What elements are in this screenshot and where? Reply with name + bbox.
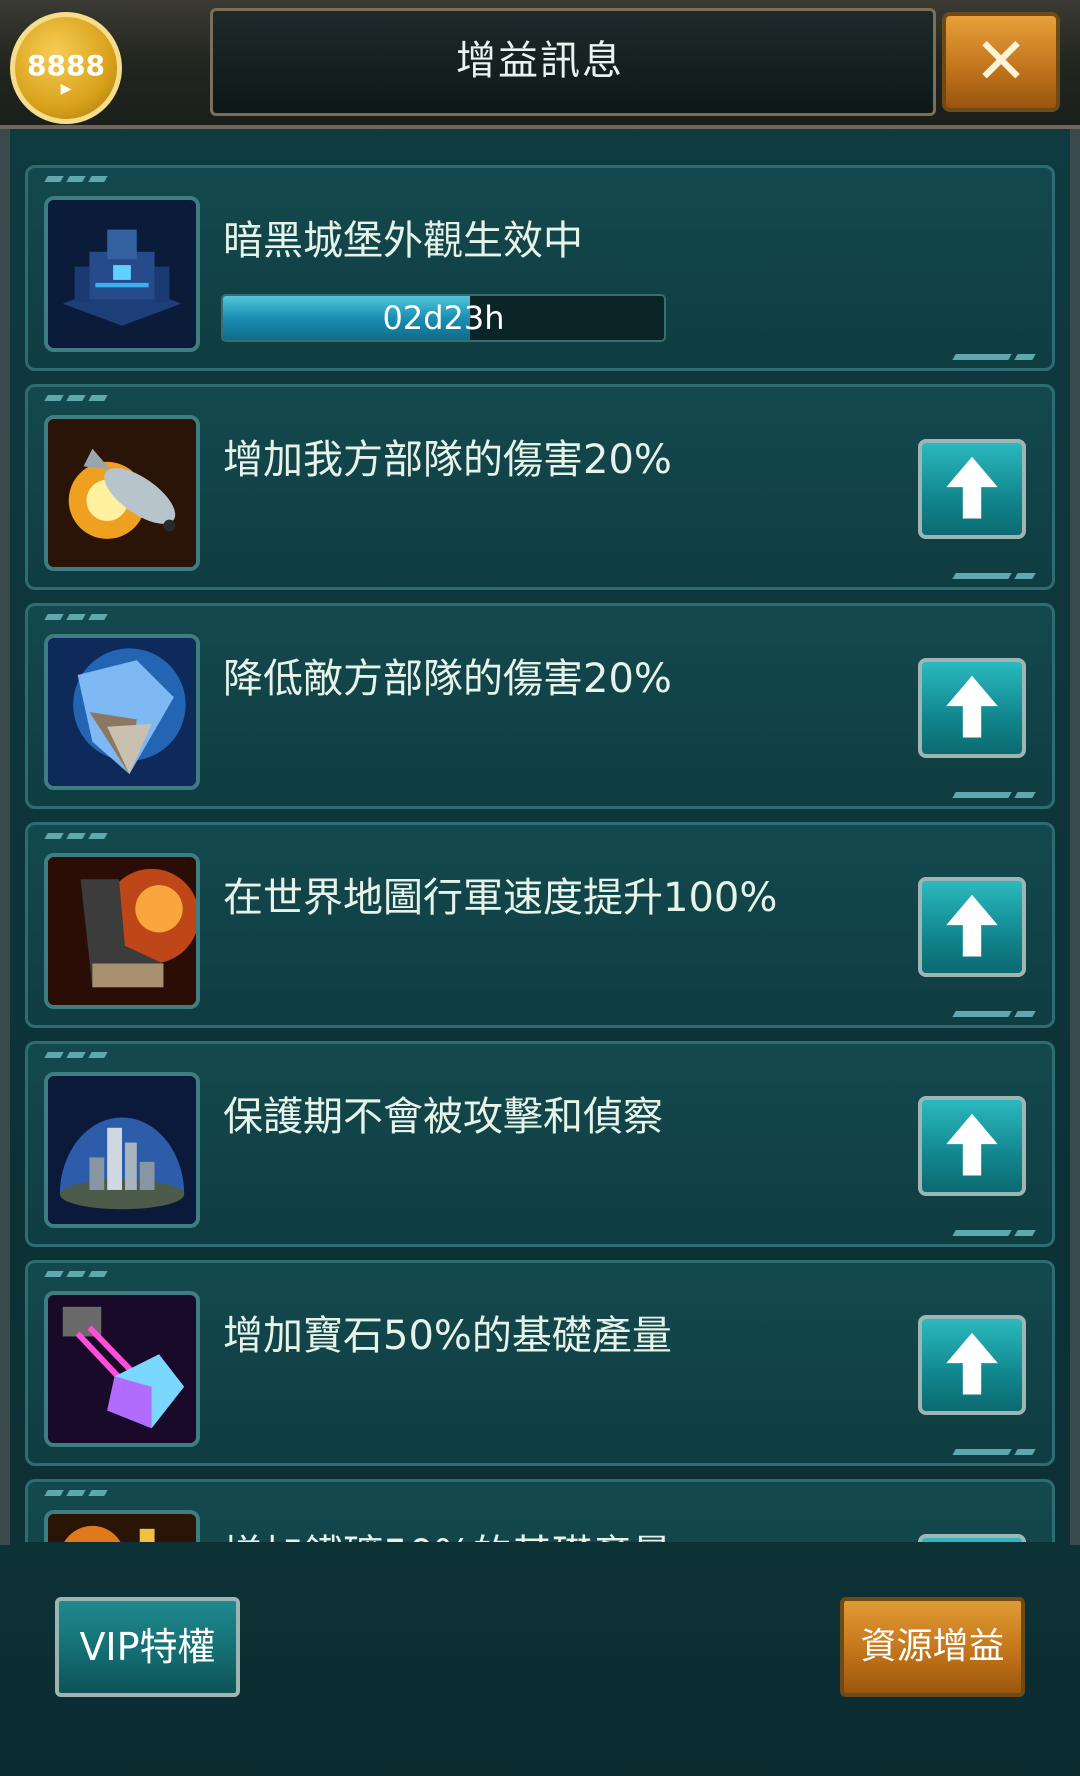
buff-row-protection: 保護期不會被攻擊和偵察 [25, 1041, 1055, 1247]
buff-row-castle-skin: 暗黑城堡外觀生效中 02d23h [25, 165, 1055, 371]
arrow-up-icon [946, 456, 998, 519]
buff-row-gem-production: 增加寶石50%的基礎產量 [25, 1260, 1055, 1466]
dark-castle-icon [44, 196, 200, 352]
buff-description: 增加我方部隊的傷害20% [223, 437, 672, 483]
buff-description: 增加鐵礦50%的基礎產量 [223, 1522, 672, 1542]
buff-timer: 02d23h [382, 299, 505, 337]
arrow-up-icon [946, 1113, 998, 1176]
play-icon: ▶ [60, 81, 72, 97]
arrow-up-icon [946, 1332, 998, 1395]
row-decoration [952, 1449, 1036, 1455]
buff-row-iron-production: 增加鐵礦50%的基礎產量 [25, 1479, 1055, 1542]
buff-description: 暗黑城堡外觀生效中 [223, 218, 583, 264]
arrow-up-icon [946, 675, 998, 738]
gem-laser-icon [44, 1291, 200, 1447]
row-decoration [44, 1052, 108, 1058]
buff-description: 在世界地圖行軍速度提升100% [223, 875, 778, 921]
buff-row-march-speed: 在世界地圖行軍速度提升100% [25, 822, 1055, 1028]
buff-description: 保護期不會被攻擊和偵察 [223, 1094, 663, 1140]
row-decoration [952, 1230, 1036, 1236]
buff-row-damage-reduction: 降低敵方部隊的傷害20% [25, 603, 1055, 809]
bomb-explosion-icon [44, 415, 200, 571]
page-title: 增益訊息 [456, 38, 624, 84]
buff-list[interactable]: 暗黑城堡外觀生效中 02d23h 增加我方部隊的傷害20% 降低敵方部隊的傷害2… [25, 165, 1055, 1542]
row-decoration [44, 1490, 108, 1496]
boost-button[interactable] [918, 658, 1026, 758]
vip-privileges-button[interactable]: VIP特權 [55, 1597, 240, 1697]
shield-icon [44, 634, 200, 790]
row-decoration [44, 1271, 108, 1277]
row-decoration [44, 833, 108, 839]
row-decoration [44, 614, 108, 620]
avatar-value: 8888 [27, 49, 105, 82]
row-decoration [952, 1011, 1036, 1017]
arrow-up-icon [922, 1538, 1022, 1542]
row-decoration [44, 176, 108, 182]
protection-dome-icon [44, 1072, 200, 1228]
fiery-boot-icon [44, 853, 200, 1009]
buff-description: 增加寶石50%的基礎產量 [223, 1313, 672, 1359]
boost-button[interactable] [918, 439, 1026, 539]
boost-button[interactable] [918, 877, 1026, 977]
buff-timer-bar: 02d23h [221, 294, 666, 342]
row-decoration [44, 395, 108, 401]
arrow-up-icon [946, 894, 998, 957]
iron-ore-icon [44, 1510, 200, 1542]
row-decoration [952, 573, 1036, 579]
row-decoration [952, 354, 1036, 360]
header-bar: 增益訊息 8888 ▶ ✕ [0, 0, 1080, 129]
close-button[interactable]: ✕ [942, 12, 1060, 112]
avatar[interactable]: 8888 ▶ [10, 12, 122, 124]
close-icon: ✕ [974, 25, 1028, 99]
boost-button[interactable] [918, 1534, 1026, 1542]
resource-boost-button[interactable]: 資源增益 [840, 1597, 1025, 1697]
buff-description: 降低敵方部隊的傷害20% [223, 656, 672, 702]
buff-row-damage-boost: 增加我方部隊的傷害20% [25, 384, 1055, 590]
boost-button[interactable] [918, 1096, 1026, 1196]
row-decoration [952, 792, 1036, 798]
boost-button[interactable] [918, 1315, 1026, 1415]
